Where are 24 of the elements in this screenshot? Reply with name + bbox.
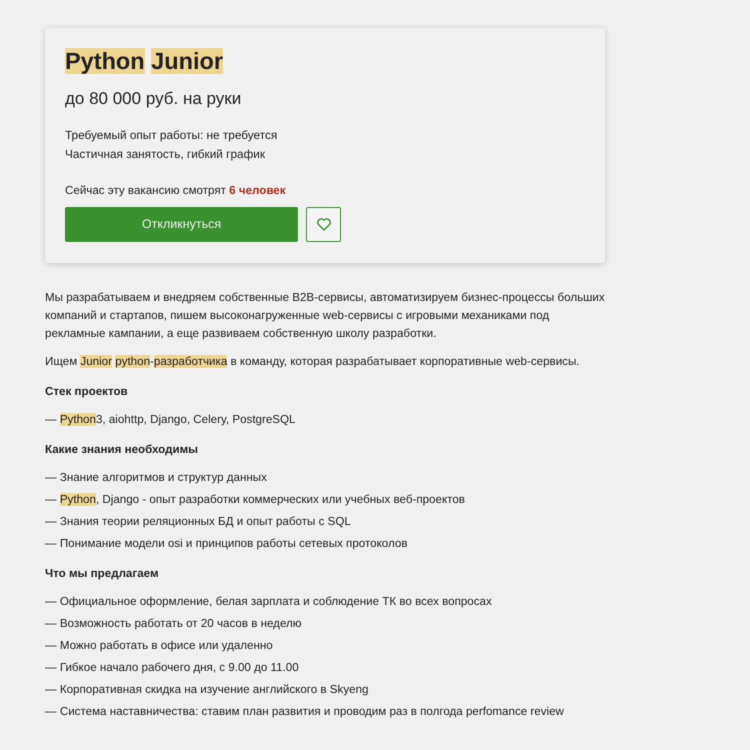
job-detail: Требуемый опыт работы: не требуется [65, 126, 278, 144]
list-item: — Python3, aiohttp, Django, Celery, PostgreSQL [45, 412, 296, 428]
list-item: — Возможность работать от 20 часов в неделю [45, 616, 302, 632]
list-item: — Можно работать в офисе или удаленно [45, 638, 274, 654]
heart-icon [316, 218, 330, 231]
vacancy-title: Python Junior [65, 47, 224, 76]
favorite-button[interactable] [306, 206, 341, 242]
salary: до 80 000 руб. на руки [65, 88, 242, 110]
list-item: — Корпоративная скидка на изучение английского в Skyeng [45, 682, 370, 698]
job-detail: Частичная занятость, гибкий график [65, 146, 266, 162]
description-paragraph: Мы разрабатываем и внедряем собственные B2B-сервисы, автоматизируем бизнес-процессы больших компаний и стартапов, пишем высоконагруженные web-сервисы с игровыми механиками под рекламные кампании, а еще развиваем собственную школу разработки. [45, 290, 606, 342]
list-item: — Python, Django - опыт разработки коммерческих или учебных веб-проектов [45, 492, 466, 508]
list-item: — Официальное оформление, белая зарплата и соблюдение ТК во всех вопросах [45, 594, 493, 610]
apply-button[interactable]: Откликнуться [65, 206, 298, 242]
list-item: — Система наставничества: ставим план развития и проводим раз в полгода perfomance review [45, 704, 565, 720]
list-item: — Знание алгоритмов и структур данных [45, 470, 268, 486]
list-item: — Гибкое начало рабочего дня, с 9.00 до 11.00 [45, 660, 300, 676]
section-heading: Что мы предлагаем [45, 566, 160, 582]
list-item: — Понимание модели osi и принципов работы сетевых протоколов [45, 536, 408, 552]
description-paragraph: Ищем Junior python-разработчика в команду, которая разрабатывает корпоративные web-сервисы. [45, 354, 581, 370]
viewers-text: Сейчас эту вакансию смотрят 6 человек [65, 182, 287, 198]
section-heading: Какие знания необходимы [45, 442, 200, 458]
section-heading: Стек проектов [45, 384, 129, 400]
list-item: — Знания теории реляционных БД и опыт работы с SQL [45, 514, 352, 530]
